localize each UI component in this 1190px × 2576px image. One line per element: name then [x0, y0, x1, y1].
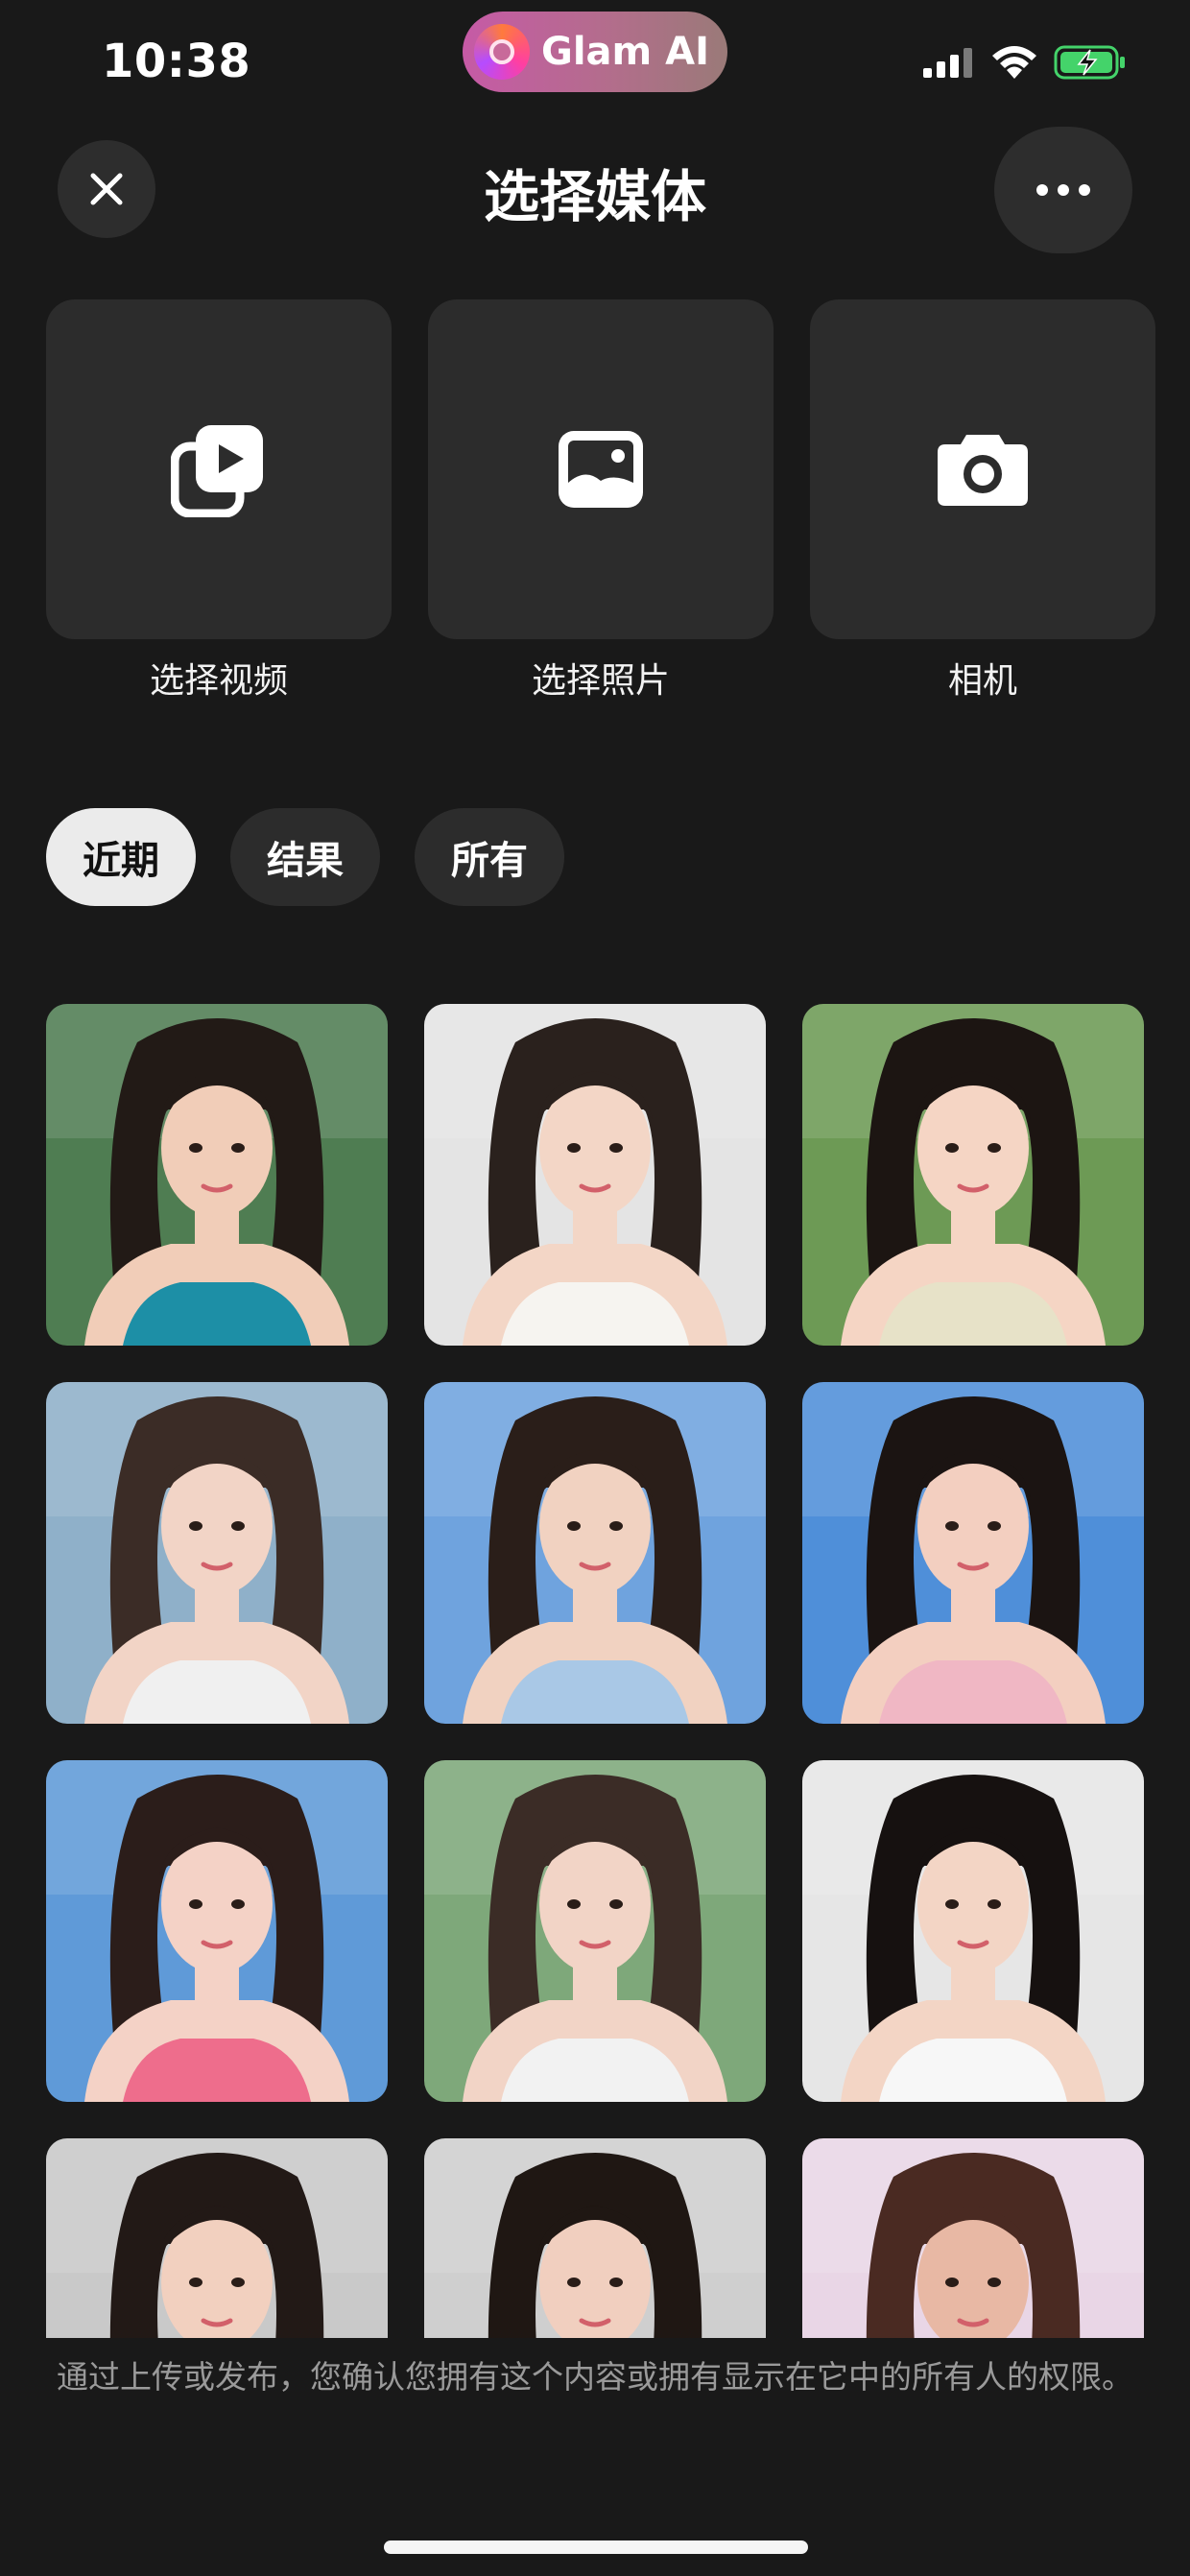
- photo-thumbnail[interactable]: [802, 1760, 1144, 2102]
- status-bar: 10:38 Glam AI: [0, 0, 1190, 125]
- portrait-image: [46, 2138, 388, 2338]
- media-grid: [46, 1004, 1144, 2338]
- photo-thumbnail[interactable]: [424, 2138, 766, 2338]
- filter-all[interactable]: 所有: [415, 808, 564, 906]
- portrait-image: [46, 1382, 388, 1724]
- portrait-image: [424, 1760, 766, 2102]
- select-photo-label: 选择照片: [531, 661, 670, 701]
- photo-thumbnail[interactable]: [802, 2138, 1144, 2338]
- filter-results[interactable]: 结果: [230, 808, 380, 906]
- portrait-image: [802, 2138, 1144, 2338]
- camera-card[interactable]: [810, 299, 1155, 639]
- filter-tabs: 近期 结果 所有: [46, 808, 564, 906]
- cellular-signal-icon: [923, 48, 972, 78]
- header: 选择媒体: [0, 125, 1190, 253]
- portrait-image: [802, 1004, 1144, 1346]
- select-video-card[interactable]: [46, 299, 392, 639]
- more-button[interactable]: [994, 127, 1132, 253]
- app-pill[interactable]: Glam AI: [463, 12, 727, 92]
- photo-thumbnail[interactable]: [46, 1004, 388, 1346]
- upload-notice: 通过上传或发布，您确认您拥有这个内容或拥有显示在它中的所有人的权限。: [57, 2358, 1133, 2396]
- portrait-image: [424, 1004, 766, 1346]
- select-photo-card[interactable]: [428, 299, 774, 639]
- status-icons: [921, 44, 1127, 81]
- portrait-image: [424, 1382, 766, 1724]
- source-options: 选择视频 选择照片 相机: [46, 299, 1155, 703]
- battery-charging-icon: [1054, 45, 1125, 80]
- portrait-image: [802, 1760, 1144, 2102]
- photo-icon: [559, 431, 643, 508]
- more-icon: [1036, 184, 1090, 196]
- select-video-option[interactable]: 选择视频: [46, 299, 392, 703]
- photo-thumbnail[interactable]: [802, 1004, 1144, 1346]
- photo-thumbnail[interactable]: [424, 1004, 766, 1346]
- photo-thumbnail[interactable]: [46, 1382, 388, 1724]
- camera-icon: [938, 435, 1028, 506]
- status-time: 10:38: [102, 35, 251, 88]
- video-icon: [171, 425, 263, 517]
- home-indicator[interactable]: [384, 2540, 808, 2554]
- camera-option[interactable]: 相机: [810, 299, 1155, 703]
- portrait-image: [46, 1004, 388, 1346]
- filter-recent[interactable]: 近期: [46, 808, 196, 906]
- photo-thumbnail[interactable]: [424, 1382, 766, 1724]
- portrait-image: [424, 2138, 766, 2338]
- glam-logo-icon: [474, 24, 530, 80]
- photo-thumbnail[interactable]: [46, 2138, 388, 2338]
- app-pill-label: Glam AI: [541, 30, 709, 74]
- select-video-label: 选择视频: [149, 661, 288, 701]
- select-photo-option[interactable]: 选择照片: [428, 299, 774, 703]
- photo-thumbnail[interactable]: [46, 1760, 388, 2102]
- photo-thumbnail[interactable]: [424, 1760, 766, 2102]
- camera-label: 相机: [947, 661, 1017, 701]
- portrait-image: [802, 1382, 1144, 1724]
- wifi-icon: [992, 46, 1036, 79]
- portrait-image: [46, 1760, 388, 2102]
- photo-thumbnail[interactable]: [802, 1382, 1144, 1724]
